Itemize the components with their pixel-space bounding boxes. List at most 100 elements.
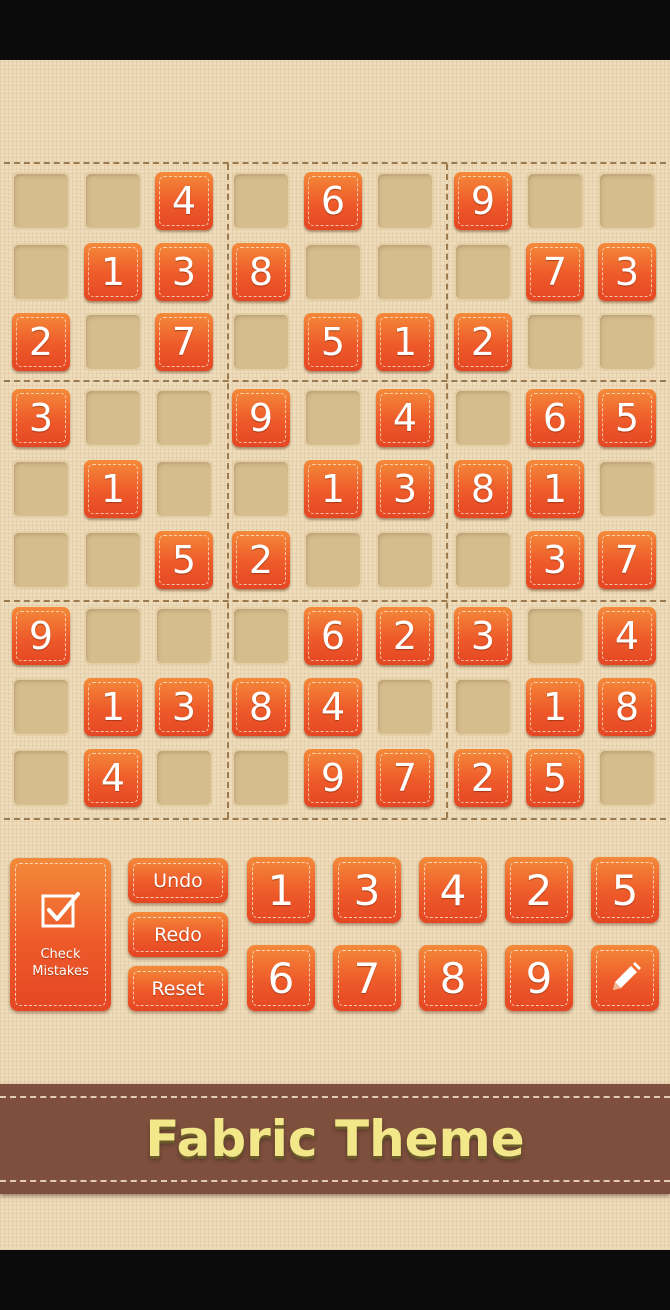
- number-button-2[interactable]: 2: [505, 857, 573, 923]
- sudoku-cell-r9-c6[interactable]: 7: [376, 749, 434, 807]
- sudoku-cell-r1-c7[interactable]: 9: [454, 172, 512, 230]
- sudoku-cell-r7-c8[interactable]: [526, 607, 584, 665]
- sudoku-cell-r3-c5[interactable]: 5: [304, 313, 362, 371]
- sudoku-cell-r6-c2[interactable]: [84, 531, 142, 589]
- reset-button[interactable]: Reset: [128, 966, 228, 1011]
- sudoku-cell-r2-c7[interactable]: [454, 243, 512, 301]
- sudoku-cell-r7-c9[interactable]: 4: [598, 607, 656, 665]
- sudoku-cell-r5-c8[interactable]: 1: [526, 460, 584, 518]
- sudoku-cell-r4-c2[interactable]: [84, 389, 142, 447]
- sudoku-cell-r8-c1[interactable]: [12, 678, 70, 736]
- checkbox-icon: [41, 891, 80, 927]
- sudoku-cell-r8-c2[interactable]: 1: [84, 678, 142, 736]
- sudoku-cell-r5-c4[interactable]: [232, 460, 290, 518]
- sudoku-cell-r5-c3[interactable]: [155, 460, 213, 518]
- cell-digit: 1: [542, 467, 568, 511]
- sudoku-cell-r1-c9[interactable]: [598, 172, 656, 230]
- sudoku-cell-r6-c5[interactable]: [304, 531, 362, 589]
- sudoku-cell-r4-c8[interactable]: 6: [526, 389, 584, 447]
- number-button-4[interactable]: 4: [419, 857, 487, 923]
- check-mistakes-button[interactable]: Check Mistakes: [10, 858, 111, 1011]
- sudoku-cell-r1-c8[interactable]: [526, 172, 584, 230]
- sudoku-cell-r2-c2[interactable]: 1: [84, 243, 142, 301]
- sudoku-cell-r1-c2[interactable]: [84, 172, 142, 230]
- sudoku-cell-r8-c5[interactable]: 4: [304, 678, 362, 736]
- sudoku-cell-r9-c3[interactable]: [155, 749, 213, 807]
- sudoku-cell-r5-c6[interactable]: 3: [376, 460, 434, 518]
- sudoku-cell-r8-c6[interactable]: [376, 678, 434, 736]
- sudoku-cell-r8-c3[interactable]: 3: [155, 678, 213, 736]
- sudoku-cell-r4-c6[interactable]: 4: [376, 389, 434, 447]
- pencil-button[interactable]: [591, 945, 659, 1011]
- sudoku-cell-r5-c2[interactable]: 1: [84, 460, 142, 518]
- number-button-8[interactable]: 8: [419, 945, 487, 1011]
- number-button-1[interactable]: 1: [247, 857, 315, 923]
- sudoku-cell-r4-c5[interactable]: [304, 389, 362, 447]
- sudoku-cell-r7-c4[interactable]: [232, 607, 290, 665]
- sudoku-cell-r7-c3[interactable]: [155, 607, 213, 665]
- sudoku-cell-r5-c5[interactable]: 1: [304, 460, 362, 518]
- sudoku-cell-r5-c7[interactable]: 8: [454, 460, 512, 518]
- sudoku-cell-r9-c9[interactable]: [598, 749, 656, 807]
- sudoku-cell-r2-c1[interactable]: [12, 243, 70, 301]
- number-button-7[interactable]: 7: [333, 945, 401, 1011]
- sudoku-cell-r6-c7[interactable]: [454, 531, 512, 589]
- sudoku-cell-r8-c8[interactable]: 1: [526, 678, 584, 736]
- sudoku-cell-r2-c8[interactable]: 7: [526, 243, 584, 301]
- sudoku-cell-r6-c1[interactable]: [12, 531, 70, 589]
- number-button-9[interactable]: 9: [505, 945, 573, 1011]
- sudoku-cell-r7-c5[interactable]: 6: [304, 607, 362, 665]
- sudoku-cell-r1-c4[interactable]: [232, 172, 290, 230]
- number-button-3[interactable]: 3: [333, 857, 401, 923]
- sudoku-cell-r7-c7[interactable]: 3: [454, 607, 512, 665]
- sudoku-cell-r9-c7[interactable]: 2: [454, 749, 512, 807]
- number-button-5[interactable]: 5: [591, 857, 659, 923]
- sudoku-cell-r2-c3[interactable]: 3: [155, 243, 213, 301]
- sudoku-cell-r1-c1[interactable]: [12, 172, 70, 230]
- check-label-line2: Mistakes: [32, 963, 89, 979]
- sudoku-cell-r7-c1[interactable]: 9: [12, 607, 70, 665]
- sudoku-cell-r9-c4[interactable]: [232, 749, 290, 807]
- sudoku-cell-r2-c6[interactable]: [376, 243, 434, 301]
- sudoku-cell-r3-c1[interactable]: 2: [12, 313, 70, 371]
- sudoku-cell-r7-c2[interactable]: [84, 607, 142, 665]
- sudoku-cell-r8-c9[interactable]: 8: [598, 678, 656, 736]
- sudoku-cell-r9-c8[interactable]: 5: [526, 749, 584, 807]
- sudoku-cell-r9-c2[interactable]: 4: [84, 749, 142, 807]
- sudoku-cell-r3-c3[interactable]: 7: [155, 313, 213, 371]
- sudoku-cell-r3-c4[interactable]: [232, 313, 290, 371]
- sudoku-cell-r6-c9[interactable]: 7: [598, 531, 656, 589]
- sudoku-cell-r4-c1[interactable]: 3: [12, 389, 70, 447]
- sudoku-cell-r7-c6[interactable]: 2: [376, 607, 434, 665]
- sudoku-cell-r6-c3[interactable]: 5: [155, 531, 213, 589]
- sudoku-cell-r2-c9[interactable]: 3: [598, 243, 656, 301]
- undo-button[interactable]: Undo: [128, 858, 228, 903]
- sudoku-cell-r1-c5[interactable]: 6: [304, 172, 362, 230]
- sudoku-cell-r3-c9[interactable]: [598, 313, 656, 371]
- sudoku-cell-r8-c7[interactable]: [454, 678, 512, 736]
- cell-digit: 8: [248, 250, 274, 294]
- sudoku-cell-r3-c2[interactable]: [84, 313, 142, 371]
- sudoku-cell-r4-c3[interactable]: [155, 389, 213, 447]
- sudoku-cell-r3-c6[interactable]: 1: [376, 313, 434, 371]
- sudoku-cell-r3-c8[interactable]: [526, 313, 584, 371]
- sudoku-cell-r4-c7[interactable]: [454, 389, 512, 447]
- sudoku-cell-r2-c5[interactable]: [304, 243, 362, 301]
- sudoku-cell-r1-c3[interactable]: 4: [155, 172, 213, 230]
- number-button-6[interactable]: 6: [247, 945, 315, 1011]
- sudoku-cell-r4-c9[interactable]: 5: [598, 389, 656, 447]
- sudoku-cell-r1-c6[interactable]: [376, 172, 434, 230]
- sudoku-cell-r5-c9[interactable]: [598, 460, 656, 518]
- sudoku-cell-r4-c4[interactable]: 9: [232, 389, 290, 447]
- cell-digit: 4: [614, 614, 640, 658]
- sudoku-cell-r6-c6[interactable]: [376, 531, 434, 589]
- sudoku-cell-r6-c8[interactable]: 3: [526, 531, 584, 589]
- sudoku-cell-r2-c4[interactable]: 8: [232, 243, 290, 301]
- redo-button[interactable]: Redo: [128, 912, 228, 957]
- sudoku-cell-r3-c7[interactable]: 2: [454, 313, 512, 371]
- sudoku-cell-r9-c1[interactable]: [12, 749, 70, 807]
- sudoku-cell-r9-c5[interactable]: 9: [304, 749, 362, 807]
- sudoku-cell-r5-c1[interactable]: [12, 460, 70, 518]
- sudoku-cell-r6-c4[interactable]: 2: [232, 531, 290, 589]
- sudoku-cell-r8-c4[interactable]: 8: [232, 678, 290, 736]
